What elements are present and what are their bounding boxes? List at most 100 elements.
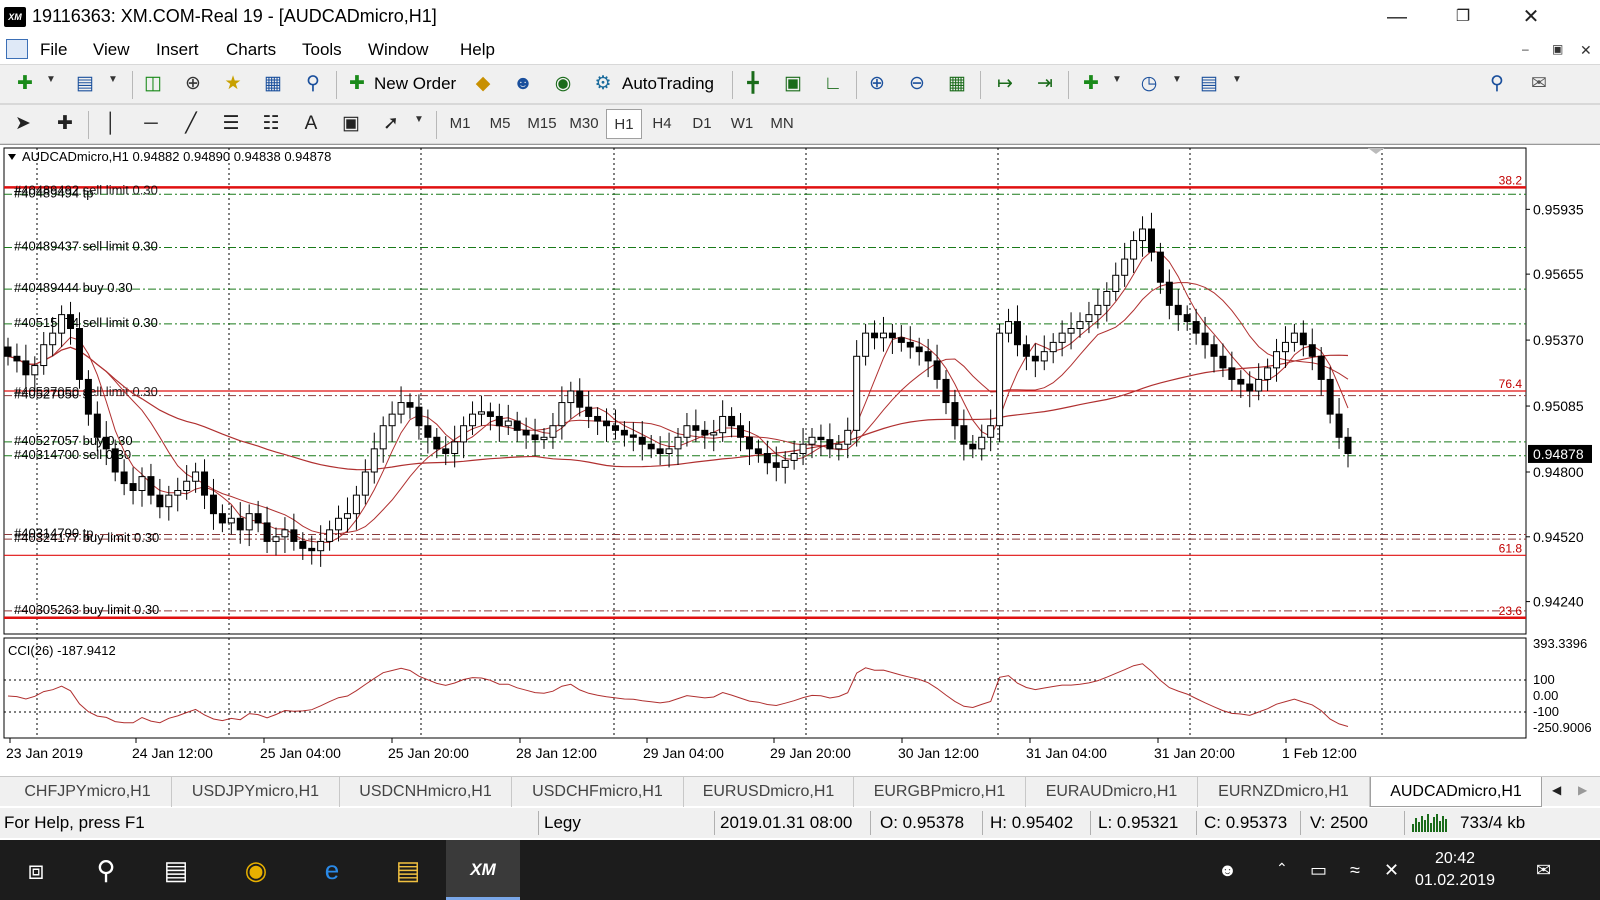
chat-icon[interactable]: ✉	[1526, 71, 1552, 97]
chart-menu-icon[interactable]	[8, 154, 16, 160]
templates-icon[interactable]: ▤	[1196, 71, 1222, 97]
windows-start-icon[interactable]: ⧈	[6, 840, 66, 900]
strategy-tester-icon[interactable]: ⚲	[300, 71, 326, 97]
price-chart[interactable]: 38.276.461.823.6#40489494 tp#40489437 se…	[0, 144, 1600, 776]
tabs-scroll-right-icon[interactable]: ▶	[1578, 783, 1587, 797]
battery-icon[interactable]: ▭	[1310, 860, 1327, 881]
search-icon[interactable]: ⚲	[1484, 71, 1510, 97]
cci-indicator: CCI(26) -187.9412 393.3396 1000.00-100-250…	[4, 636, 1592, 735]
tile-windows-icon[interactable]: ▦	[944, 71, 970, 97]
indicators-icon[interactable]: ✚	[1078, 71, 1104, 97]
tabs-scroll-left-icon[interactable]: ◀	[1552, 783, 1561, 797]
chart-minimize-button[interactable]: –	[1522, 42, 1529, 56]
trendline-icon[interactable]: ╱	[178, 111, 204, 137]
timeframe-mn[interactable]: MN	[764, 109, 800, 139]
tab-usdcnh[interactable]: USDCNHmicro,H1	[340, 777, 512, 807]
timeframe-m1[interactable]: M1	[442, 109, 478, 139]
periods-icon[interactable]: ◷	[1136, 71, 1162, 97]
signals-icon[interactable]: ☻	[510, 71, 536, 97]
autotrading-button[interactable]: AutoTrading	[622, 74, 714, 94]
terminal-icon[interactable]: ▦	[260, 71, 286, 97]
zoom-in-icon[interactable]: ⊕	[864, 71, 890, 97]
indicators-dropdown-icon[interactable]: ▼	[1112, 74, 1122, 85]
timeframe-h1[interactable]: H1	[606, 109, 642, 139]
timeframe-m30[interactable]: M30	[564, 109, 604, 139]
new-chart-icon[interactable]: ✚	[12, 71, 38, 97]
profiles-icon[interactable]: ▤	[72, 71, 98, 97]
chart-shift-icon[interactable]: ↦	[992, 71, 1018, 97]
timeframe-d1[interactable]: D1	[684, 109, 720, 139]
tab-chfjpy[interactable]: CHFJPYmicro,H1	[4, 777, 172, 807]
horizontal-line-icon[interactable]: ─	[138, 111, 164, 137]
timeframe-m5[interactable]: M5	[482, 109, 518, 139]
time-tick-label: 31 Jan 04:00	[1026, 745, 1107, 761]
tab-usdchf[interactable]: USDCHFmicro,H1	[512, 777, 684, 807]
status-profile[interactable]: Legy	[544, 813, 581, 833]
chart-window-icon[interactable]	[6, 39, 28, 59]
auto-scroll-icon[interactable]: ⇥	[1032, 71, 1058, 97]
line-chart-icon[interactable]: ∟	[820, 71, 846, 97]
menu-help[interactable]: Help	[460, 40, 495, 60]
arrows-icon[interactable]: ➚	[378, 111, 404, 137]
chart-close-button[interactable]: ✕	[1580, 42, 1592, 59]
menu-tools[interactable]: Tools	[302, 40, 342, 60]
autotrading-icon[interactable]: ⚙	[590, 71, 616, 97]
new-order-icon[interactable]: ✚	[344, 71, 370, 97]
crosshair-icon[interactable]: ✚	[52, 111, 78, 137]
text-icon[interactable]: A	[298, 111, 324, 137]
new-chart-dropdown-icon[interactable]: ▼	[46, 74, 56, 85]
market-watch-icon[interactable]: ◫	[140, 71, 166, 97]
timeframe-w1[interactable]: W1	[724, 109, 760, 139]
menu-view[interactable]: View	[93, 40, 130, 60]
market-icon[interactable]: ◉	[550, 71, 576, 97]
arrows-dropdown-icon[interactable]: ▼	[414, 114, 424, 125]
xm-taskbar-icon[interactable]: XM	[446, 840, 520, 900]
vertical-line-icon[interactable]: │	[98, 111, 124, 137]
templates-dropdown-icon[interactable]: ▼	[1232, 74, 1242, 85]
chart-restore-button[interactable]: ▣	[1552, 42, 1563, 56]
candle	[67, 314, 75, 330]
tab-audcad[interactable]: AUDCADmicro,H1	[1370, 777, 1542, 807]
notifications-icon[interactable]: ✉	[1536, 860, 1551, 881]
candlesticks-icon[interactable]: ▣	[780, 71, 806, 97]
bar-chart-icon[interactable]: ╋	[740, 71, 766, 97]
cursor-icon[interactable]: ➤	[10, 111, 36, 137]
search-taskbar-icon[interactable]: ⚲	[76, 840, 136, 900]
tab-eurnzd[interactable]: EURNZDmicro,H1	[1198, 777, 1370, 807]
tab-eurusd[interactable]: EURUSDmicro,H1	[684, 777, 854, 807]
equidistant-channel-icon[interactable]: ☰	[218, 111, 244, 137]
system-clock[interactable]: 20:42 01.02.2019	[1410, 848, 1500, 892]
menu-insert[interactable]: Insert	[156, 40, 199, 60]
tray-chevron-icon[interactable]: ⌃	[1276, 860, 1288, 877]
network-icon[interactable]: ≈	[1350, 860, 1360, 881]
data-window-icon[interactable]: ⊕	[180, 71, 206, 97]
experts-icon[interactable]: ◆	[470, 71, 496, 97]
menu-file[interactable]: File	[40, 40, 67, 60]
tab-eurgbp[interactable]: EURGBPmicro,H1	[854, 777, 1026, 807]
restore-button[interactable]: ❐	[1440, 0, 1486, 34]
menu-charts[interactable]: Charts	[226, 40, 276, 60]
people-icon[interactable]: ☻	[1218, 860, 1237, 881]
close-button[interactable]: ✕	[1508, 0, 1554, 34]
timeframe-h4[interactable]: H4	[644, 109, 680, 139]
candle	[299, 540, 307, 549]
candle	[1147, 228, 1155, 253]
profiles-dropdown-icon[interactable]: ▼	[108, 74, 118, 85]
tab-euraud[interactable]: EURAUDmicro,H1	[1026, 777, 1198, 807]
fibonacci-icon[interactable]: ☷	[258, 111, 284, 137]
periods-dropdown-icon[interactable]: ▼	[1172, 74, 1182, 85]
text-label-icon[interactable]: ▣	[338, 111, 364, 137]
volume-icon[interactable]: ✕	[1384, 860, 1399, 881]
navigator-icon[interactable]: ★	[220, 71, 246, 97]
file-explorer-icon[interactable]: ▤	[378, 840, 438, 900]
chrome-icon[interactable]: ◉	[226, 840, 286, 900]
tab-usdjpy[interactable]: USDJPYmicro,H1	[172, 777, 340, 807]
minimize-button[interactable]: —	[1374, 0, 1420, 34]
task-view-icon[interactable]: ▤	[146, 840, 206, 900]
status-connection[interactable]: 733/4 kb	[1460, 813, 1525, 833]
timeframe-m15[interactable]: M15	[522, 109, 562, 139]
menu-window[interactable]: Window	[368, 40, 428, 60]
edge-icon[interactable]: e	[302, 840, 362, 900]
new-order-button[interactable]: New Order	[374, 74, 456, 94]
zoom-out-icon[interactable]: ⊖	[904, 71, 930, 97]
